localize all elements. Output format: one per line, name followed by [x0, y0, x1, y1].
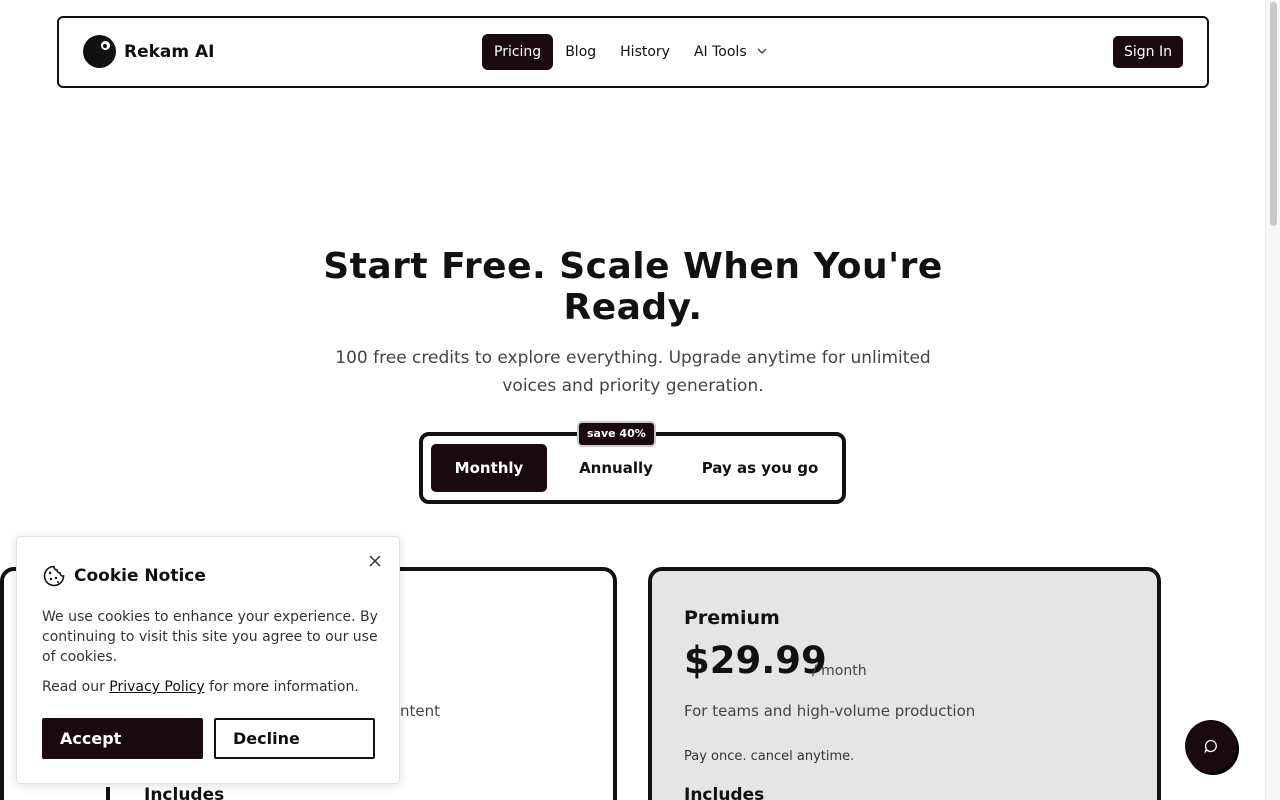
cookie-title: Cookie Notice — [74, 566, 206, 586]
brand-link[interactable]: Rekam AI — [83, 35, 215, 68]
plan-card-premium: Premium $29.99 / month For teams and hig… — [648, 567, 1161, 800]
plan-includes-heading: Includes — [684, 785, 765, 800]
cookie-read-suffix: for more information. — [209, 679, 359, 695]
cookie-read-prefix: Read our — [42, 679, 105, 695]
plan-includes-heading: Includes — [144, 785, 225, 800]
close-icon[interactable] — [367, 553, 383, 569]
nav-history[interactable]: History — [608, 34, 682, 70]
save-badge: save 40% — [577, 421, 656, 447]
plan-period: / month — [812, 663, 867, 679]
top-navbar: Rekam AI Pricing Blog History AI Tools S… — [57, 16, 1209, 88]
toggle-pay-as-you-go[interactable]: Pay as you go — [685, 444, 835, 492]
scrollbar-thumb[interactable] — [1270, 2, 1277, 226]
nav-blog[interactable]: Blog — [553, 34, 608, 70]
cookie-icon — [43, 565, 65, 587]
chevron-down-icon — [757, 48, 767, 54]
chat-button[interactable] — [1185, 720, 1237, 772]
cookie-header: Cookie Notice — [42, 564, 206, 588]
cookie-policy-line: Read our Privacy Policy for more informa… — [42, 679, 359, 695]
nav-pricing[interactable]: Pricing — [482, 34, 554, 70]
plan-description: For teams and high-volume production — [684, 702, 976, 720]
plan-name: Premium — [684, 607, 780, 629]
plan-note: Pay once. cancel anytime. — [684, 749, 855, 764]
decline-button[interactable]: Decline — [214, 718, 375, 759]
page-title: Start Free. Scale When You're Ready. — [323, 246, 943, 328]
nav-ai-tools-label: AI Tools — [693, 44, 747, 60]
chat-bubble-icon — [1204, 739, 1217, 754]
toggle-monthly[interactable]: Monthly — [431, 444, 547, 492]
toggle-annually[interactable]: Annually — [559, 444, 673, 492]
page-subtitle: 100 free credits to explore everything. … — [335, 348, 931, 396]
rekam-logo-icon — [83, 35, 116, 68]
cookie-notice: Cookie Notice We use cookies to enhance … — [16, 536, 400, 784]
nav-ai-tools[interactable]: AI Tools — [682, 34, 779, 70]
page-scrollbar[interactable] — [1265, 0, 1280, 800]
brand-name: Rekam AI — [124, 41, 215, 62]
plan-price: $29.99 — [684, 639, 827, 682]
plan-description: ntent — [400, 702, 441, 720]
cookie-message: We use cookies to enhance your experienc… — [42, 609, 378, 665]
privacy-policy-link[interactable]: Privacy Policy — [109, 679, 204, 695]
divider — [106, 787, 110, 800]
sign-in-button[interactable]: Sign In — [1113, 36, 1183, 68]
main-nav: Pricing Blog History AI Tools — [482, 34, 779, 70]
accept-button[interactable]: Accept — [42, 718, 203, 759]
